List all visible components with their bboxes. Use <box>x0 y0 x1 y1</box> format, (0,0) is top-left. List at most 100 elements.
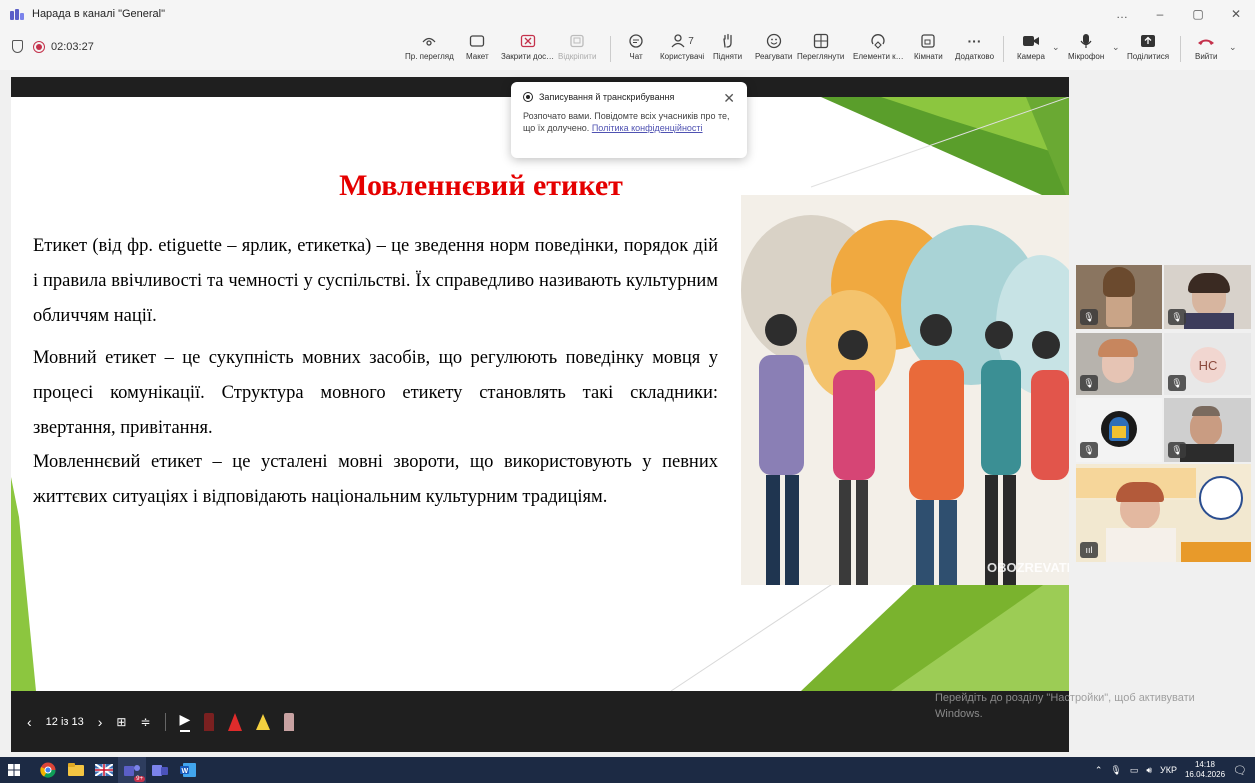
more-options-icon[interactable]: … <box>1103 0 1141 28</box>
windows-activation-notice: Перейдіть до розділу "Настройки", щоб ак… <box>935 692 1195 720</box>
laser-pen-icon[interactable] <box>204 712 215 731</box>
participant-tile[interactable]: 🎙︎ <box>1076 265 1162 329</box>
participant-tile[interactable]: НС 🎙︎ <box>1164 333 1251 395</box>
microphone-tray-icon[interactable]: 🎙︎ <box>1110 765 1121 776</box>
slide-page-counter: 12 із 13 <box>45 715 84 728</box>
layout-button[interactable]: Макет <box>466 30 489 61</box>
apps-button[interactable]: Елементи к… <box>853 30 904 61</box>
microphone-button[interactable]: Мікрофон <box>1068 30 1104 61</box>
window-title: Нарада в каналі "General" <box>32 8 166 20</box>
leave-options-chevron-icon[interactable]: ⌄ <box>1229 42 1237 53</box>
share-button[interactable]: Поділитися <box>1127 30 1169 61</box>
notification-badge: 9+ <box>134 776 145 782</box>
presentation-slide: Мовленнєвий етикет Етикет (від фр. etigu… <box>11 97 1069 691</box>
teams-logo-icon <box>10 8 24 20</box>
rooms-button[interactable]: Кімнати <box>914 30 943 61</box>
camera-button[interactable]: Камера <box>1017 30 1045 61</box>
shared-screen: Мовленнєвий етикет Етикет (від фр. etigu… <box>11 77 1069 752</box>
view-button[interactable]: Переглянути <box>797 30 844 61</box>
participant-tile[interactable]: 🎙︎ <box>1076 333 1162 395</box>
system-tray: ⌃ 🎙︎ ▭ 🔊︎ УКР 14:18 16.04.2026 🗨︎ <box>1095 757 1255 783</box>
notifications-icon[interactable]: 🗨︎ <box>1233 764 1247 777</box>
recording-icon <box>33 40 45 53</box>
react-button[interactable]: Реагувати <box>755 30 792 61</box>
camera-options-chevron-icon[interactable]: ⌄ <box>1052 42 1060 53</box>
input-language[interactable]: УКР <box>1160 765 1177 775</box>
muted-microphone-icon: 🎙︎ <box>1080 309 1098 325</box>
show-hidden-icons-chevron-icon[interactable]: ⌃ <box>1095 765 1103 776</box>
windows-taskbar: 9+ W ⌃ 🎙︎ ▭ 🔊︎ УКР 14:18 16.04.2026 🗨︎ <box>0 757 1255 783</box>
red-pen-icon[interactable] <box>228 712 243 731</box>
slide-paragraph-3: Мовленнєвий етикет – це усталені мовні з… <box>33 452 718 507</box>
apps-icon <box>870 30 886 52</box>
view-icon <box>813 30 829 52</box>
privacy-policy-link[interactable]: Політика конфіденційності <box>592 123 703 133</box>
participant-tile[interactable]: 🎙︎ <box>1076 398 1162 462</box>
eye-icon <box>421 30 437 52</box>
settings-sliders-icon[interactable]: ≑ <box>140 715 150 729</box>
more-icon: ··· <box>967 33 982 49</box>
leave-icon <box>1196 30 1216 52</box>
participant-tile[interactable]: 🎙︎ <box>1164 265 1251 329</box>
shield-icon <box>12 40 23 53</box>
minimize-button[interactable]: – <box>1141 0 1179 28</box>
chat-button[interactable]: Чат <box>628 30 644 61</box>
rooms-icon <box>920 30 936 52</box>
muted-microphone-icon: 🎙︎ <box>1080 442 1098 458</box>
avatar: НС <box>1190 347 1226 383</box>
svg-text:W: W <box>182 768 189 775</box>
participant-tile[interactable]: 🎙︎ <box>1164 398 1251 462</box>
teams-classic-icon[interactable] <box>146 757 174 783</box>
raise-hand-button[interactable]: Підняти <box>713 30 742 61</box>
network-icon[interactable]: ▭ <box>1130 765 1139 776</box>
layout-icon <box>469 30 485 52</box>
meeting-toolbar: 02:03:27 Пр. перегляд Макет Закрити дос…… <box>0 28 1255 70</box>
meeting-timer: 02:03:27 <box>51 40 94 53</box>
chrome-icon[interactable] <box>34 757 62 783</box>
chat-icon <box>628 30 644 52</box>
people-icon: 7 <box>670 30 694 52</box>
microphone-options-chevron-icon[interactable]: ⌄ <box>1112 42 1120 53</box>
teams-taskbar-icon[interactable]: 9+ <box>118 757 146 783</box>
more-button[interactable]: ··· Додатково <box>955 30 994 61</box>
previous-slide-icon[interactable]: ‹ <box>27 714 32 730</box>
eraser-icon[interactable] <box>284 712 295 731</box>
stop-sharing-button[interactable]: Закрити дос… <box>501 30 554 61</box>
volume-icon[interactable]: 🔊︎ <box>1146 765 1152 776</box>
start-windows-icon[interactable] <box>0 757 28 783</box>
preview-button[interactable]: Пр. перегляд <box>405 30 454 61</box>
title-bar: Нарада в каналі "General" … – ▢ ✕ <box>0 0 1255 28</box>
notification-title: Записування й транскрибування <box>539 92 675 102</box>
image-watermark: OBOZREVATEL <box>987 560 1069 575</box>
slide-paragraph-2: Мовний етикет – це сукупність мовних зас… <box>33 348 718 438</box>
clock[interactable]: 14:18 16.04.2026 <box>1185 760 1225 780</box>
microphone-icon <box>1079 30 1093 52</box>
word-icon[interactable]: W <box>174 757 202 783</box>
close-icon[interactable]: ✕ <box>723 90 735 107</box>
raise-hand-icon <box>720 30 736 52</box>
language-flag-icon[interactable] <box>90 757 118 783</box>
maximize-button[interactable]: ▢ <box>1179 0 1217 28</box>
file-explorer-icon[interactable] <box>62 757 90 783</box>
people-button[interactable]: 7 Користувачі <box>660 30 704 61</box>
share-icon <box>1140 30 1156 52</box>
highlighter-icon[interactable] <box>256 713 271 730</box>
slide-controls: ‹ 12 із 13 › ⊞ ≑ ▶ <box>11 691 1069 752</box>
grid-view-icon[interactable]: ⊞ <box>116 715 126 729</box>
muted-microphone-icon: 🎙︎ <box>1168 309 1186 325</box>
next-slide-icon[interactable]: › <box>98 714 103 730</box>
slide-body: Етикет (від фр. etiguette – ярлик, етике… <box>33 229 718 522</box>
muted-microphone-icon: 🎙︎ <box>1168 375 1186 391</box>
close-window-button[interactable]: ✕ <box>1217 0 1255 28</box>
muted-microphone-icon: 🎙︎ <box>1168 442 1186 458</box>
leave-button[interactable]: Вийти <box>1195 30 1217 61</box>
participant-count: 7 <box>688 35 694 47</box>
record-icon <box>523 92 533 102</box>
active-speaker-tile[interactable]: ııl <box>1076 464 1251 562</box>
recording-notification: Записування й транскрибування ✕ Розпочат… <box>511 82 747 158</box>
slide-paragraph-1: Етикет (від фр. etiguette – ярлик, етике… <box>33 236 718 326</box>
unpin-button[interactable]: Відкріпити <box>558 30 596 61</box>
camera-icon <box>1022 30 1040 52</box>
pointer-tool-icon[interactable]: ▶ <box>179 711 191 732</box>
muted-microphone-icon: 🎙︎ <box>1080 375 1098 391</box>
